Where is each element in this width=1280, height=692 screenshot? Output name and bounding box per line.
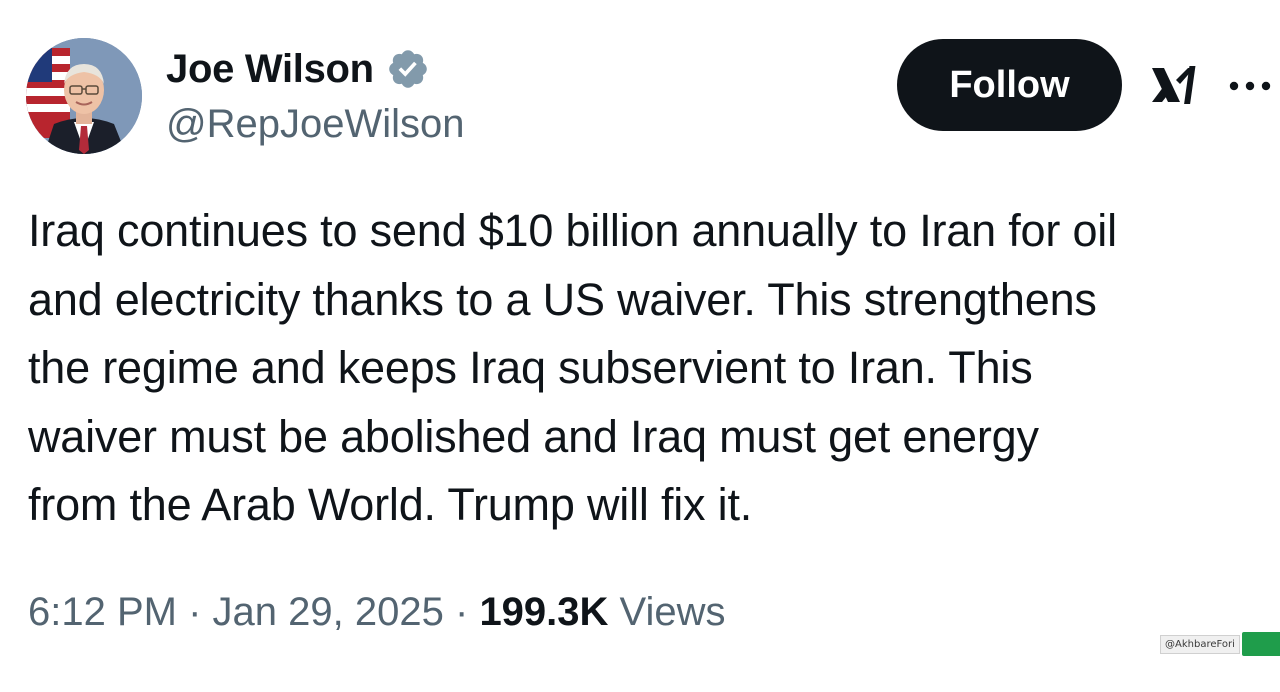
follow-button[interactable]: Follow <box>897 39 1122 131</box>
more-options-icon[interactable] <box>1228 80 1272 92</box>
author-handle[interactable]: @RepJoeWilson <box>166 102 465 147</box>
tweet-text-line: the regime and keeps Iraq subservient to… <box>28 342 1033 393</box>
author-display-name[interactable]: Joe Wilson <box>166 47 374 92</box>
views-label[interactable]: Views <box>620 590 726 634</box>
tweet-text-line: from the Arab World. Trump will fix it. <box>28 479 753 530</box>
watermark: @AkhbareFori <box>1160 632 1280 656</box>
watermark-text: @AkhbareFori <box>1160 634 1240 654</box>
tweet-text-line: waiver must be abolished and Iraq must g… <box>28 410 1039 462</box>
tweet-meta-row: 6:12 PM · Jan 29, 2025 · 199.3K Views <box>28 590 726 635</box>
meta-separator: · <box>454 590 469 634</box>
author-name-row[interactable]: Joe Wilson <box>166 44 430 94</box>
tweet-time[interactable]: 6:12 PM <box>28 590 177 634</box>
tweet-text-line: and electricity thanks to a US waiver. T… <box>28 273 1097 325</box>
meta-separator: · <box>188 590 202 634</box>
grok-icon[interactable] <box>1150 62 1200 108</box>
watermark-logo <box>1241 632 1280 656</box>
tweet-text-line: Iraq continues to send $10 billion annua… <box>28 205 1117 256</box>
verified-badge-icon <box>389 50 427 88</box>
tweet-date[interactable]: Jan 29, 2025 <box>213 590 444 634</box>
views-count[interactable]: 199.3K <box>479 590 608 634</box>
tweet-text: Iraq continues to send $10 billion annua… <box>28 197 1268 540</box>
profile-avatar[interactable] <box>26 38 142 154</box>
